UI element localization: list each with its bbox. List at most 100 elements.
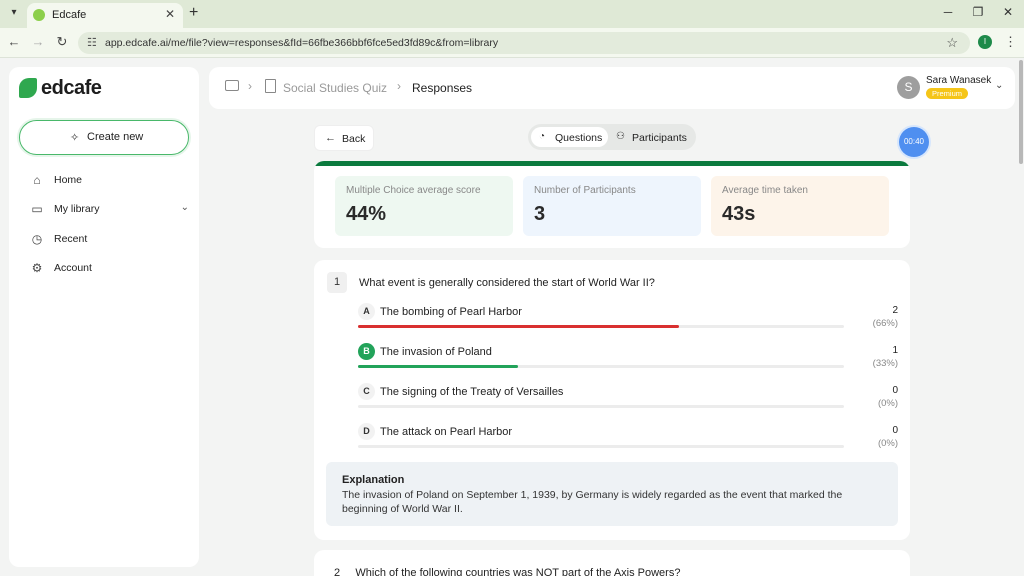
stat-label: Number of Participants — [534, 185, 636, 196]
url-field[interactable]: ☷ app.edcafe.ai/me/file?view=responses&f… — [78, 32, 970, 54]
profile-extension-icon[interactable]: I — [978, 35, 992, 49]
breadcrumb-quiz[interactable]: Social Studies Quiz — [283, 81, 387, 95]
answer-option-b: B The invasion of Poland 1 (33%) — [358, 343, 898, 381]
sidebar-item-account[interactable]: ⚙ Account — [29, 259, 189, 279]
stats-accent-bar — [314, 161, 910, 166]
breadcrumb-current: Responses — [412, 81, 473, 95]
option-count: 1 — [892, 345, 898, 356]
question-text: What event is generally considered the s… — [359, 277, 655, 289]
library-icon: ▭ — [31, 202, 43, 216]
answer-option-c: C The signing of the Treaty of Versaille… — [358, 383, 898, 421]
question-number: 1 — [327, 272, 347, 293]
option-letter: D — [358, 423, 375, 440]
tab-title: Edcafe — [52, 9, 87, 21]
tab-search-icon[interactable]: ▾ — [6, 5, 22, 21]
breadcrumb-separator-icon: › — [397, 79, 401, 93]
arrow-left-icon: ← — [325, 132, 336, 144]
answer-option-d: D The attack on Pearl Harbor 0 (0%) — [358, 423, 898, 461]
stat-participants: Number of Participants 3 — [523, 176, 701, 236]
restore-icon[interactable]: ❐ — [970, 5, 986, 19]
library-home-icon[interactable] — [225, 80, 239, 91]
stat-label: Multiple Choice average score — [346, 185, 481, 196]
browser-menu-icon[interactable]: ⋮ — [1004, 34, 1017, 50]
option-letter: A — [358, 303, 375, 320]
answer-option-a: A The bombing of Pearl Harbor 2 (66%) — [358, 303, 898, 341]
option-progress-fill — [358, 325, 679, 328]
home-icon: ⌂ — [33, 173, 41, 187]
back-label: Back — [342, 133, 366, 145]
option-count: 0 — [892, 425, 898, 436]
close-window-icon[interactable]: ✕ — [1000, 5, 1016, 19]
browser-tab-bar: ▾ Edcafe ✕ + ─ ❐ ✕ — [0, 0, 1024, 28]
document-icon — [265, 79, 276, 93]
option-progress-track — [358, 405, 844, 408]
back-arrow-icon[interactable]: ← — [6, 34, 22, 49]
tab-participants[interactable]: Participants — [632, 132, 687, 144]
option-text: The attack on Pearl Harbor — [380, 426, 513, 438]
sparkle-icon: ✧ — [70, 132, 80, 144]
sidebar-item-label: My library — [54, 203, 100, 215]
scrollbar-thumb[interactable] — [1019, 60, 1023, 164]
chevron-down-icon[interactable]: ⌄ — [181, 202, 189, 213]
reload-icon[interactable]: ↻ — [54, 34, 70, 50]
sidebar-item-home[interactable]: ⌂ Home — [29, 171, 189, 191]
stat-average-score: Multiple Choice average score 44% — [335, 176, 513, 236]
sidebar-item-label: Home — [54, 174, 83, 186]
stat-value: 44% — [346, 203, 387, 225]
browser-tab[interactable]: Edcafe ✕ — [27, 3, 183, 28]
users-icon: ⚇ — [616, 131, 625, 142]
tab-questions[interactable]: ◔ Questions — [531, 127, 608, 147]
option-text: The invasion of Poland — [380, 346, 492, 358]
avatar[interactable]: S — [897, 76, 920, 99]
option-text: The signing of the Treaty of Versailles — [380, 386, 564, 398]
page-scrollbar[interactable] — [1018, 58, 1024, 576]
clock-icon: ◷ — [31, 232, 43, 246]
breadcrumb-separator-icon: › — [248, 79, 252, 93]
new-tab-icon[interactable]: + — [189, 4, 198, 22]
option-text: The bombing of Pearl Harbor — [380, 306, 522, 318]
sidebar-item-my-library[interactable]: ▭ My library ⌄ — [29, 200, 189, 220]
leaf-logo-icon — [19, 78, 37, 98]
minimize-icon[interactable]: ─ — [940, 5, 956, 19]
sidebar: edcafe ✧ Create new ⌂ Home ▭ My library … — [9, 67, 199, 567]
option-count: 0 — [892, 385, 898, 396]
premium-badge: Premium — [926, 88, 969, 99]
forward-arrow-icon[interactable]: → — [30, 34, 46, 49]
option-count: 2 — [892, 305, 898, 316]
site-info-icon[interactable]: ☷ — [87, 36, 97, 49]
create-new-label: Create new — [87, 131, 144, 143]
stat-label: Average time taken — [722, 185, 808, 196]
gear-icon: ⚙ — [31, 261, 43, 275]
url-text: app.edcafe.ai/me/file?view=responses&fId… — [105, 37, 499, 49]
tab-questions-label: Questions — [555, 132, 603, 144]
option-progress-track — [358, 325, 844, 328]
sidebar-item-recent[interactable]: ◷ Recent — [29, 230, 189, 250]
option-progress-fill — [358, 365, 519, 368]
create-new-button[interactable]: ✧ Create new — [19, 120, 189, 155]
tab-close-icon[interactable]: ✕ — [165, 7, 175, 21]
stat-value: 43s — [722, 203, 756, 225]
option-letter: B — [358, 343, 375, 360]
question-2-number: 2 — [334, 567, 341, 576]
explanation-title: Explanation — [342, 474, 405, 486]
back-button[interactable]: ← Back — [314, 125, 374, 151]
option-percent: (33%) — [872, 358, 898, 369]
explanation-box: Explanation The invasion of Poland on Se… — [326, 462, 898, 526]
question-2-label: Which of the following countries was NOT… — [355, 567, 681, 576]
address-bar-row: ← → ↻ ☷ app.edcafe.ai/me/file?view=respo… — [0, 28, 1024, 58]
option-percent: (0%) — [877, 398, 898, 409]
option-progress-track — [358, 445, 844, 448]
user-name[interactable]: Sara Wanasek — [926, 75, 991, 86]
logo-text: edcafe — [41, 77, 102, 99]
stat-value: 3 — [534, 203, 546, 225]
edcafe-favicon-icon — [33, 9, 45, 21]
user-menu-chevron-icon[interactable]: ⌄ — [995, 80, 1003, 91]
bookmark-star-icon[interactable]: ☆ — [946, 35, 958, 51]
option-letter: C — [358, 383, 375, 400]
option-progress-track — [358, 365, 844, 368]
question-card: 1 What event is generally considered the… — [314, 260, 910, 540]
view-toggle: ◔ Questions ⚇ Participants — [528, 124, 696, 150]
chat-bubble-icon: ◔ — [539, 131, 546, 142]
option-percent: (0%) — [877, 438, 898, 449]
sidebar-item-label: Account — [54, 262, 92, 274]
